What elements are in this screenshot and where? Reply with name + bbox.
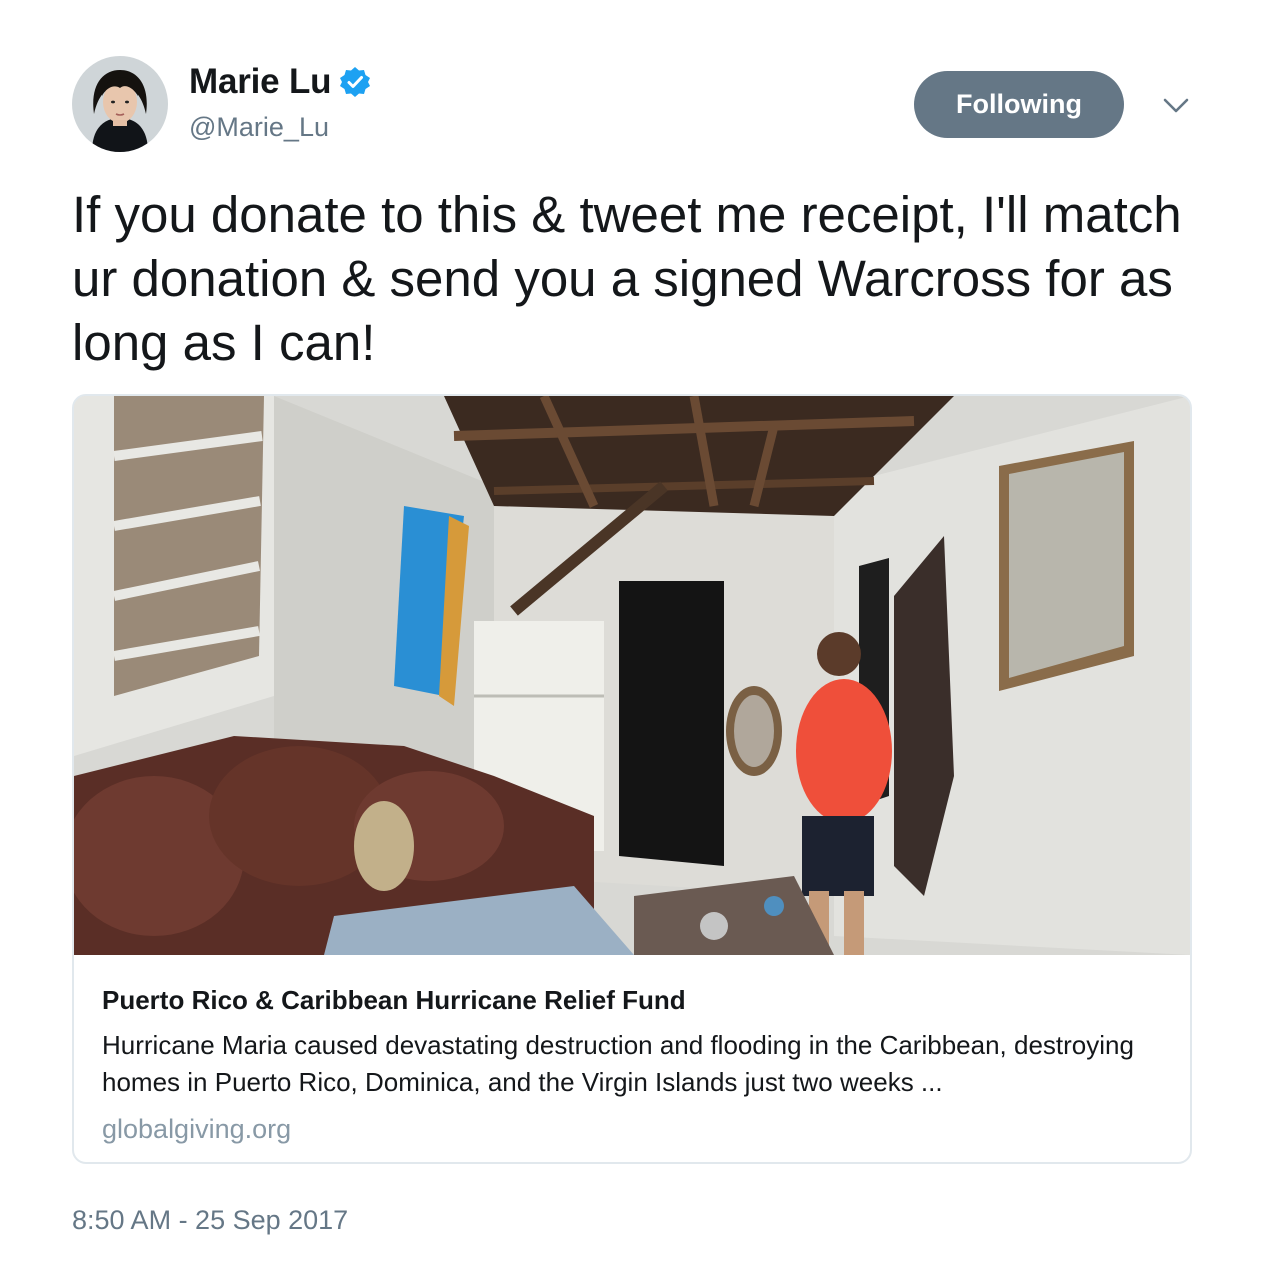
chevron-down-icon[interactable] <box>1158 88 1194 124</box>
card-title[interactable]: Puerto Rico & Caribbean Hurricane Relief… <box>102 983 1162 1017</box>
card-domain[interactable]: globalgiving.org <box>102 1112 1162 1146</box>
tweet-timestamp[interactable]: 8:50 AM - 25 Sep 2017 <box>72 1205 348 1236</box>
display-name[interactable]: Marie Lu <box>189 62 332 102</box>
card-body: Puerto Rico & Caribbean Hurricane Relief… <box>74 955 1190 1146</box>
name-row: Marie Lu <box>189 62 371 102</box>
tweet: Marie Lu @Marie_Lu Following If you dona… <box>0 0 1264 1262</box>
verified-badge-icon <box>339 66 371 98</box>
handle[interactable]: @Marie_Lu <box>189 112 329 143</box>
profile-photo <box>72 56 168 152</box>
card-image[interactable] <box>74 396 1190 955</box>
link-card[interactable]: Puerto Rico & Caribbean Hurricane Relief… <box>72 394 1192 1164</box>
tweet-text: If you donate to this & tweet me receipt… <box>72 186 1182 371</box>
card-description: Hurricane Maria caused devastating destr… <box>102 1030 1134 1097</box>
avatar[interactable] <box>72 56 168 152</box>
following-button[interactable]: Following <box>914 71 1124 138</box>
